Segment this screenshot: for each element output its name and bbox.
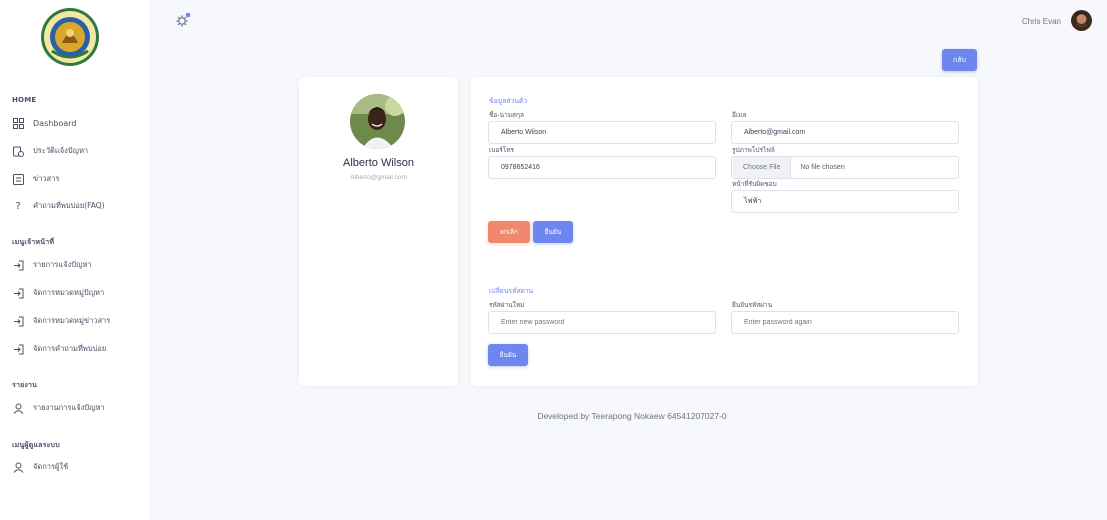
- login-icon: [12, 343, 24, 355]
- sidebar-item-manage-users[interactable]: จัดการผู้ใช้: [12, 459, 147, 475]
- question-icon: ?: [15, 200, 21, 212]
- change-password-heading: เปลี่ยนรหัสผ่าน: [489, 287, 534, 295]
- confirm-password-label: ยืนยันรหัสผ่าน: [732, 301, 773, 309]
- login-icon: [12, 287, 24, 299]
- sidebar-item-label: คำถามที่พบบ่อย(FAQ): [33, 201, 105, 210]
- responsibility-field[interactable]: ไฟฟ้า: [731, 190, 959, 213]
- sidebar-item-problem-report[interactable]: รายงานการแจ้งปัญหา: [12, 400, 147, 416]
- back-button[interactable]: กลับ: [942, 49, 977, 71]
- sidebar-item-label: ประวัติแจ้งปัญหา: [33, 146, 89, 155]
- sidebar-item-label: จัดการหมวดหมู่ข่าวสาร: [33, 316, 111, 325]
- profile-card: Alberto Wilson Alberto@gmail.com: [299, 77, 458, 386]
- sidebar-item-news[interactable]: ข่าวสาร: [12, 171, 147, 187]
- profile-name: Alberto Wilson: [343, 157, 414, 169]
- sidebar-item-label: ข่าวสาร: [33, 174, 60, 183]
- news-icon: [12, 173, 24, 185]
- phone-field[interactable]: 0978652416: [488, 156, 716, 179]
- footer-credit: Developed by Teerapong Nokaew 6454120702…: [537, 411, 727, 421]
- cancel-button[interactable]: ยกเลิก: [488, 221, 530, 243]
- section-report: รายงาน: [12, 381, 38, 389]
- phone-label: เบอร์โทร: [489, 146, 515, 154]
- sidebar-item-dashboard[interactable]: Dashboard: [12, 115, 147, 131]
- sidebar-item-manage-faq[interactable]: จัดการคำถามที่พบบ่อย: [12, 341, 147, 357]
- sidebar-item-problem-history[interactable]: ประวัติแจ้งปัญหา: [12, 143, 147, 159]
- section-staff-menu: เมนูเจ้าหน้าที่: [12, 238, 55, 246]
- profile-form-card: ข้อมูลส่วนตัว ชื่อ-นามสกุล Alberto Wilso…: [471, 77, 978, 386]
- sidebar-item-label: จัดการผู้ใช้: [33, 462, 69, 471]
- login-icon: [12, 259, 24, 271]
- email-label: อีเมล: [732, 111, 747, 119]
- confirm-password-input[interactable]: [731, 311, 959, 334]
- sidebar-item-label: จัดการคำถามที่พบบ่อย: [33, 344, 107, 353]
- avatar[interactable]: [1071, 10, 1092, 31]
- fullname-field[interactable]: Alberto Wilson: [488, 121, 716, 144]
- sidebar-item-problem-list[interactable]: รายการแจ้งปัญหา: [12, 257, 147, 273]
- sidebar-item-news-categories[interactable]: จัดการหมวดหมู่ข่าวสาร: [12, 313, 147, 329]
- sidebar-item-label: รายการแจ้งปัญหา: [33, 260, 92, 269]
- choose-file-button[interactable]: Choose File: [733, 157, 792, 178]
- section-admin-menu: เมนูผู้ดูแลระบบ: [12, 441, 60, 449]
- responsibility-label: หน้าที่รับผิดชอบ: [732, 180, 777, 188]
- organization-logo: [40, 7, 100, 67]
- file-status: No file chosen: [800, 164, 845, 171]
- user-icon: [12, 461, 24, 473]
- save-profile-button[interactable]: ยืนยัน: [533, 221, 573, 243]
- profile-photo: [350, 94, 405, 149]
- fullname-label: ชื่อ-นามสกุล: [489, 111, 524, 119]
- sidebar-item-label: Dashboard: [33, 118, 77, 128]
- section-home: HOME: [12, 96, 37, 104]
- grid-icon: [12, 117, 24, 129]
- history-icon: [12, 145, 24, 157]
- user-icon: [12, 402, 24, 414]
- change-password-button[interactable]: ยืนยัน: [488, 344, 528, 366]
- new-password-input[interactable]: [488, 311, 716, 334]
- sidebar: HOME Dashboard ประวัติแจ้งปัญหา ข่าวสาร …: [0, 0, 151, 520]
- sidebar-item-problem-categories[interactable]: จัดการหมวดหมู่ปัญหา: [12, 285, 147, 301]
- sidebar-item-faq[interactable]: ? คำถามที่พบบ่อย(FAQ): [12, 198, 147, 214]
- photo-label: รูปภาพโปรไฟล์: [732, 146, 775, 154]
- profile-photo-file-input[interactable]: Choose File No file chosen: [731, 156, 959, 179]
- profile-email: Alberto@gmail.com: [350, 174, 407, 181]
- sidebar-item-label: รายงานการแจ้งปัญหา: [33, 403, 105, 412]
- gear-icon[interactable]: [175, 12, 191, 28]
- user-name[interactable]: Chris Evan: [1022, 17, 1061, 26]
- email-field[interactable]: Alberto@gmail.com: [731, 121, 959, 144]
- personal-info-heading: ข้อมูลส่วนตัว: [489, 97, 528, 105]
- new-password-label: รหัสผ่านใหม่: [489, 301, 525, 309]
- login-icon: [12, 315, 24, 327]
- sidebar-item-label: จัดการหมวดหมู่ปัญหา: [33, 288, 105, 297]
